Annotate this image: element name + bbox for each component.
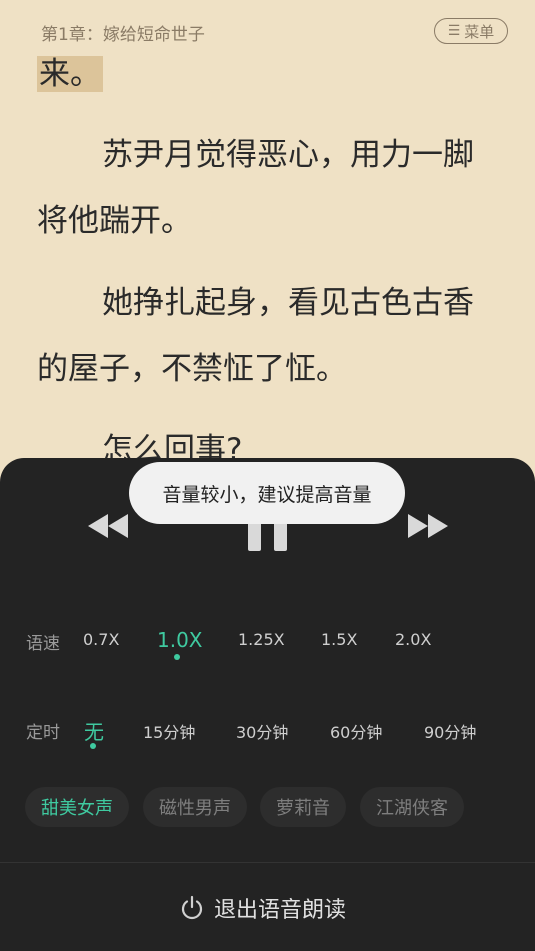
text-line: 苏尹月觉得恶心，用力一脚: [102, 137, 474, 173]
highlighted-text: 来。: [37, 56, 103, 92]
speed-label: 语速: [26, 634, 60, 654]
fast-forward-icon: [408, 514, 448, 538]
voice-option-loli[interactable]: 萝莉音: [260, 787, 346, 827]
menu-icon: ☰: [447, 23, 461, 39]
pause-button[interactable]: [248, 521, 288, 551]
divider: [0, 862, 535, 863]
text-line: 她挣扎起身，看见古色古香: [102, 285, 474, 321]
timer-option-60[interactable]: 60分钟: [330, 719, 382, 743]
exit-tts-button[interactable]: 退出语音朗读: [178, 888, 346, 928]
speed-option-2.0x[interactable]: 2.0X: [395, 630, 431, 649]
previous-button[interactable]: [86, 510, 130, 542]
timer-option-30[interactable]: 30分钟: [236, 719, 288, 743]
menu-label: 菜单: [464, 22, 495, 41]
next-button[interactable]: [406, 510, 450, 542]
volume-toast: 音量较小，建议提高音量: [129, 462, 405, 524]
speed-selected-dot: [174, 654, 180, 660]
voice-option-magnetic-male[interactable]: 磁性男声: [143, 787, 247, 827]
voice-option-jianghu[interactable]: 江湖侠客: [360, 787, 464, 827]
speed-option-1.5x[interactable]: 1.5X: [321, 630, 357, 649]
timer-option-15[interactable]: 15分钟: [143, 719, 195, 743]
timer-option-90[interactable]: 90分钟: [424, 719, 476, 743]
text-line: 来。: [37, 54, 103, 94]
timer-selected-dot: [90, 743, 96, 749]
timer-label: 定时: [26, 723, 60, 743]
exit-label: 退出语音朗读: [214, 898, 347, 923]
rewind-icon: [88, 514, 128, 538]
speed-option-0.7x[interactable]: 0.7X: [83, 630, 119, 649]
menu-button[interactable]: ☰ 菜单: [434, 18, 508, 44]
voice-option-sweet-female[interactable]: 甜美女声: [25, 787, 129, 827]
text-line: 的屋子，不禁怔了怔。: [37, 351, 347, 387]
speed-option-1.0x[interactable]: 1.0X: [157, 628, 203, 652]
power-icon: [181, 895, 203, 920]
text-line: 将他踹开。: [37, 203, 192, 239]
speed-option-1.25x[interactable]: 1.25X: [238, 630, 285, 649]
timer-option-none[interactable]: 无: [84, 716, 104, 745]
chapter-title: 第1章：嫁给短命世子: [41, 25, 205, 45]
